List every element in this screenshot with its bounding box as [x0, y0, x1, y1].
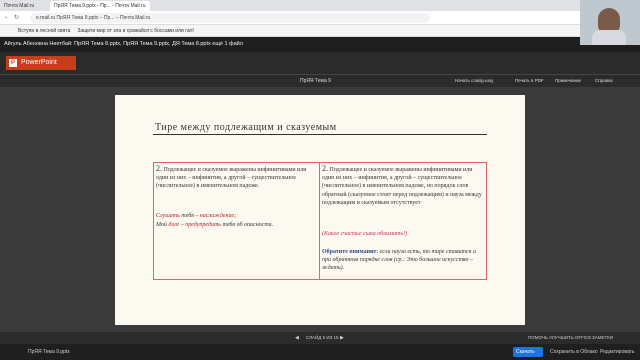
- bookmark-1[interactable]: Вступи в лесной свята: [18, 28, 70, 34]
- left-number: 2.: [156, 164, 162, 173]
- reload-icon[interactable]: ↻: [14, 14, 19, 21]
- back-icon[interactable]: ←: [4, 14, 10, 20]
- url-input[interactable]: e.mail.ru ПрЯЯ Тема 9.pptx – Пр... – Поч…: [30, 13, 430, 23]
- ex2-end: тебя об опасности.: [221, 222, 274, 228]
- browser-tab-bar: Почта Mail.ru ПрЯЯ Тема 9.pptx - Пр... -…: [0, 0, 640, 11]
- right-rule-text: Подлежащее и сказуемое выражены инфинити…: [322, 167, 482, 206]
- slide-counter: СЛАЙД 5 ИЗ 15: [306, 335, 339, 340]
- tab-mail[interactable]: Почта Mail.ru: [0, 1, 50, 11]
- save-cloud-button[interactable]: Сохранить в Облако: [550, 349, 598, 355]
- left-rule: 2. Подлежащее и сказуемое выражены инфин…: [156, 164, 316, 191]
- ex1-subject: Слушать: [156, 213, 180, 219]
- ex2-subject: долг: [168, 222, 180, 228]
- taskbar: ПрЯЯ Тема 9.pptx Скачать Сохранить в Обл…: [0, 344, 640, 360]
- left-example-1: Слушать тебя – наслаждение;: [156, 212, 316, 220]
- ex1-predicate: наслаждение: [199, 213, 235, 219]
- slide-title: Тире между подлежащим и сказуемым: [155, 122, 337, 133]
- powerpoint-logo: P PowerPoint: [6, 56, 76, 70]
- ex2-start: Мой: [156, 222, 169, 228]
- left-example-2: Мой долг – предупредить тебя об опасност…: [156, 221, 316, 229]
- print-pdf-button[interactable]: Печать в PDF: [515, 78, 544, 83]
- taskbar-file[interactable]: ПрЯЯ Тема 9.pptx: [28, 349, 70, 355]
- powerpoint-status-bar: ◀ СЛАЙД 5 ИЗ 15 ▶ ПОМОЧЬ УЛУЧШИТЬ OFFICE…: [0, 332, 640, 344]
- next-slide-icon[interactable]: ▶: [340, 335, 344, 341]
- attachments-line: Айгуль Абеновна Ниетбай: ПрЯЯ Тема 8.ppt…: [0, 37, 640, 52]
- ex1-end: ;: [234, 213, 237, 219]
- right-rule: 2. Подлежащее и сказуемое выражены инфин…: [322, 164, 484, 207]
- app-name: PowerPoint: [21, 59, 57, 66]
- start-show-button[interactable]: Начать слайд-шоу: [455, 78, 493, 83]
- powerpoint-icon: P: [9, 59, 17, 67]
- ex1-middle: тебя –: [179, 213, 200, 219]
- address-bar-row: ← ↻ e.mail.ru ПрЯЯ Тема 9.pptx – Пр... –…: [0, 11, 640, 25]
- improve-office-link[interactable]: ПОМОЧЬ УЛУЧШИТЬ OFFICE: [528, 335, 591, 340]
- bookmark-2[interactable]: Защити мир от зла и сражайся с боссами и…: [77, 28, 194, 34]
- title-underline: [153, 134, 487, 135]
- powerpoint-header: P PowerPoint: [0, 52, 640, 74]
- prev-slide-icon[interactable]: ◀: [295, 335, 299, 341]
- right-number: 2.: [322, 164, 328, 173]
- webcam-overlay: [580, 0, 640, 45]
- download-button[interactable]: Скачать: [513, 347, 543, 357]
- notes-toggle[interactable]: ЗАМЕТКИ: [592, 335, 613, 340]
- right-example: (Какое счастье сына обнимать!): [322, 231, 408, 237]
- notes-button[interactable]: Примечание: [555, 78, 581, 83]
- bookmarks-bar: Вступи в лесной свята Защити мир от зла …: [0, 25, 640, 37]
- note-label: Обратите внимание:: [322, 249, 379, 255]
- shoulders-shape: [592, 30, 626, 45]
- ex2-predicate: предупредить: [185, 222, 222, 228]
- edit-button[interactable]: Редактировать: [600, 349, 635, 355]
- left-rule-text: Подлежащее и сказуемое выражены инфинити…: [156, 167, 307, 190]
- help-button[interactable]: Справка: [595, 78, 613, 83]
- table-column-divider: [319, 162, 320, 280]
- file-name: ПрЯЯ Тема 9: [300, 78, 331, 84]
- powerpoint-toolbar: ПрЯЯ Тема 9 Начать слайд-шоу Печать в PD…: [0, 74, 640, 87]
- tab-presentation[interactable]: ПрЯЯ Тема 9.pptx - Пр... - Почта Mail.ru: [50, 1, 150, 11]
- right-note: Обратите внимание: если пауза есть, то т…: [322, 248, 484, 273]
